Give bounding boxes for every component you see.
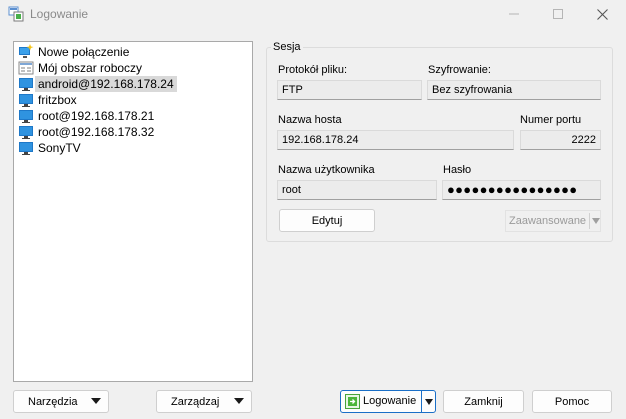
close-button[interactable]: Zamknij [443, 390, 524, 413]
tree-item-root-32[interactable]: root@192.168.178.32 [18, 124, 157, 140]
login-button-label: Logowanie [363, 395, 417, 407]
chevron-down-icon[interactable] [425, 399, 433, 405]
tree-item-fritzbox[interactable]: fritzbox [18, 92, 80, 108]
tools-button-label: Narzędzia [28, 395, 78, 408]
host-input[interactable]: 192.168.178.24 [277, 130, 514, 150]
encryption-label: Szyfrowanie: [428, 64, 491, 76]
maximize-button[interactable] [536, 0, 580, 28]
workspace-icon [18, 61, 34, 75]
advanced-button-label: Zaawansowane [509, 215, 587, 227]
tree-item-label: android@192.168.178.24 [35, 76, 177, 92]
monitor-icon [19, 78, 33, 91]
port-input[interactable]: 2222 [520, 130, 601, 150]
close-icon [596, 8, 608, 20]
port-label: Numer portu [520, 114, 582, 126]
monitor-icon [19, 94, 33, 107]
monitor-icon [19, 126, 33, 139]
login-separator [421, 391, 422, 412]
chevron-down-icon [91, 398, 101, 404]
help-button[interactable]: Pomoc [532, 390, 612, 413]
tree-item-sonytv[interactable]: SonyTV [18, 140, 84, 156]
password-label: Hasło [443, 164, 472, 176]
close-window-button[interactable] [580, 0, 624, 28]
maximize-icon [553, 9, 563, 19]
encryption-field[interactable]: Bez szyfrowania [427, 80, 601, 100]
advanced-separator [589, 213, 590, 229]
minimize-icon [509, 13, 519, 15]
tree-item-label: root@192.168.178.21 [38, 109, 155, 123]
password-input[interactable]: ●●●●●●●●●●●●●●●● [442, 180, 601, 200]
tree-item-android[interactable]: android@192.168.178.24 [18, 76, 177, 92]
login-button[interactable]: Logowanie [340, 390, 436, 413]
chevron-down-icon [592, 218, 600, 224]
edit-button-label: Edytuj [311, 214, 343, 227]
login-dialog: Logowanie Nowe połączenie Mój obszar rob… [0, 0, 626, 419]
protocol-field[interactable]: FTP [277, 80, 422, 100]
session-group-title: Sesja [271, 41, 303, 53]
host-label: Nazwa hosta [278, 114, 342, 126]
tree-item-label: root@192.168.178.32 [38, 125, 155, 139]
chevron-down-icon [234, 398, 244, 404]
session-tree[interactable]: Nowe połączenie Mój obszar roboczy andro… [13, 41, 253, 382]
login-icon [345, 394, 360, 409]
close-button-label: Zamknij [464, 395, 503, 408]
monitor-icon [19, 142, 33, 155]
tree-item-label: Mój obszar roboczy [38, 61, 143, 75]
manage-button-label: Zarządzaj [171, 395, 220, 408]
tree-item-new-connection[interactable]: Nowe połączenie [18, 44, 132, 60]
edit-button[interactable]: Edytuj [279, 209, 375, 232]
minimize-button[interactable] [492, 0, 536, 28]
window-title: Logowanie [30, 7, 89, 21]
tree-item-root-21[interactable]: root@192.168.178.21 [18, 108, 157, 124]
new-site-icon [19, 44, 34, 58]
protocol-label: Protokół pliku: [278, 64, 348, 76]
help-button-label: Pomoc [554, 395, 590, 408]
tree-item-workspace[interactable]: Mój obszar roboczy [18, 60, 145, 76]
tools-button[interactable]: Narzędzia [13, 390, 109, 413]
tree-item-label: Nowe połączenie [38, 45, 130, 59]
tree-item-label: SonyTV [38, 141, 81, 155]
user-input[interactable]: root [277, 180, 437, 200]
tree-item-label: fritzbox [38, 93, 77, 107]
title-bar[interactable]: Logowanie [0, 0, 626, 28]
advanced-button[interactable]: Zaawansowane [505, 210, 601, 232]
manage-button[interactable]: Zarządzaj [156, 390, 252, 413]
app-icon [8, 6, 24, 22]
monitor-icon [19, 110, 33, 123]
user-label: Nazwa użytkownika [278, 164, 375, 176]
